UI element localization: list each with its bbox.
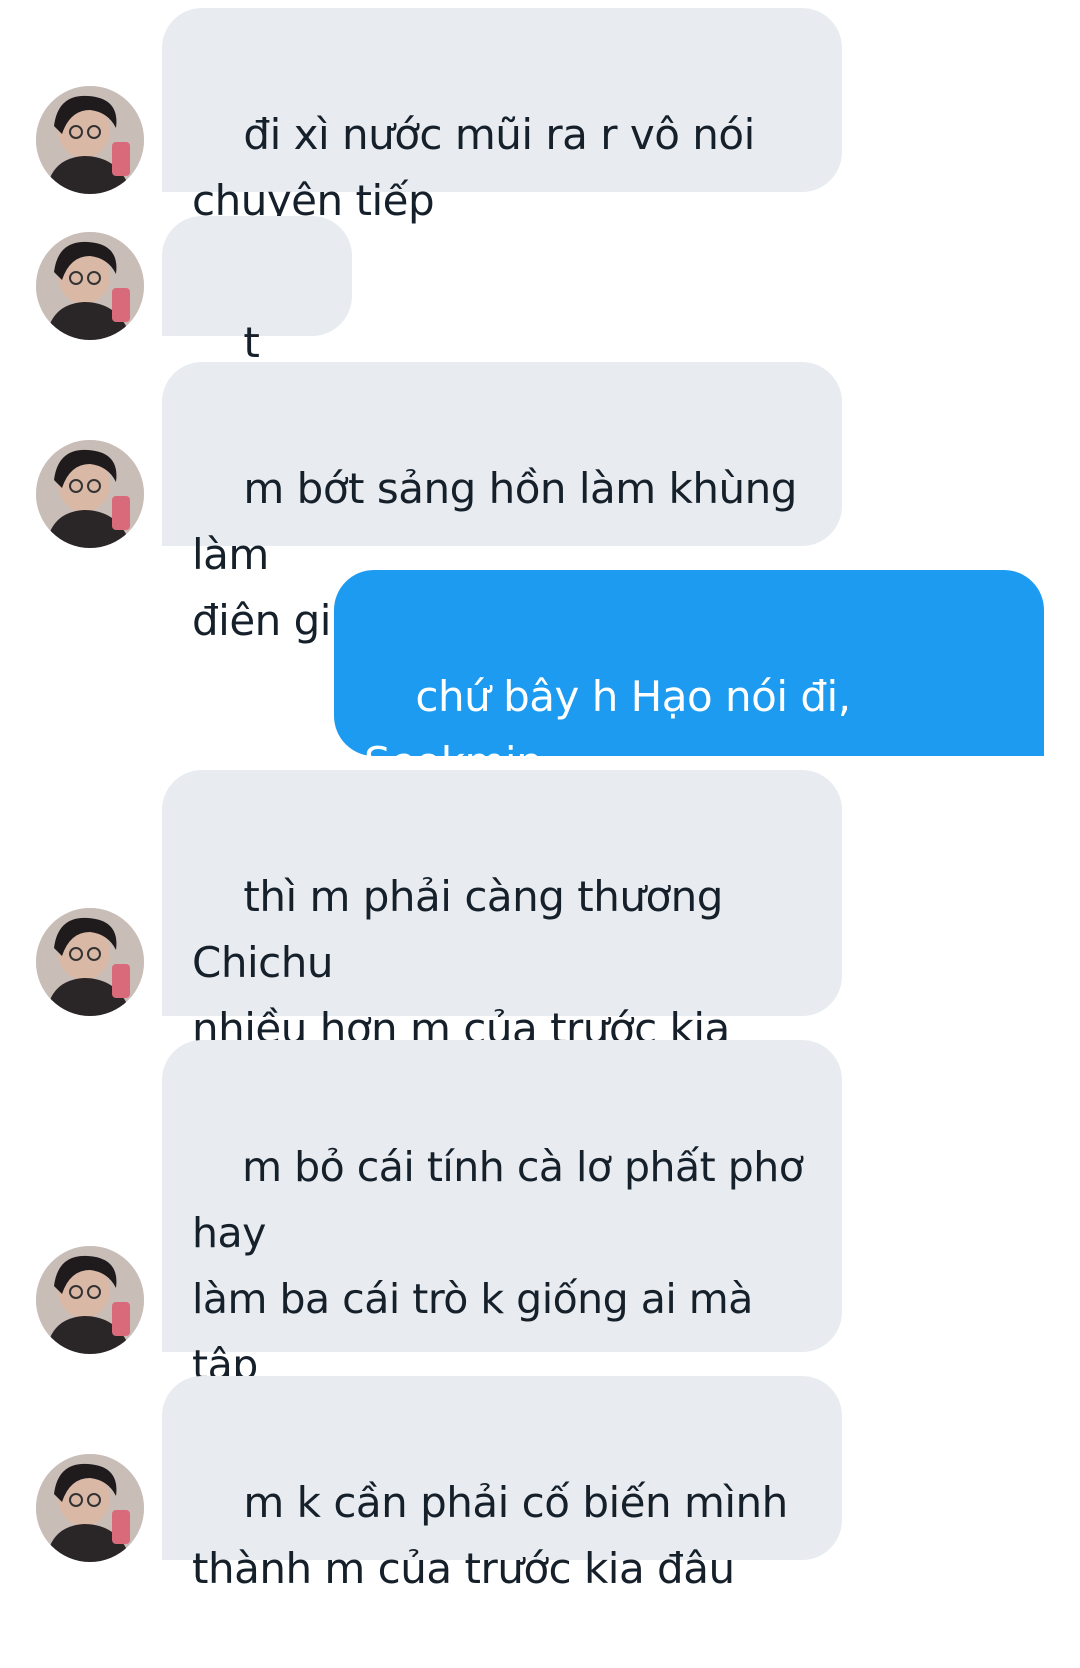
message-bubble[interactable]: m bớt sảng hồn làm khùng làm điên giúp t [162,362,842,645]
message-bubble[interactable]: m bỏ cái tính cà lơ phất phơ hay làm ba … [162,1040,842,1587]
avatar-photo-icon [36,908,144,1016]
message-text: m k cần phải cố biến mình thành m của tr… [192,1478,788,1593]
avatar[interactable] [36,86,144,194]
message-bubble[interactable]: đi xì nước mũi ra r vô nói chuyện tiếp [162,8,842,225]
message-bubble[interactable]: t lạy m [162,216,352,433]
avatar[interactable] [36,232,144,340]
avatar[interactable] [36,1246,144,1354]
avatar[interactable] [36,908,144,1016]
avatar-photo-icon [36,440,144,548]
avatar-photo-icon [36,1246,144,1354]
avatar-photo-icon [36,86,144,194]
avatar[interactable] [36,1454,144,1562]
avatar[interactable] [36,440,144,548]
avatar-photo-icon [36,232,144,340]
message-bubble[interactable]: thì m phải càng thương Chichu nhiều hơn … [162,770,842,1185]
avatar-photo-icon [36,1454,144,1562]
message-text: đi xì nước mũi ra r vô nói chuyện tiếp [192,110,755,225]
message-bubble[interactable]: m k cần phải cố biến mình thành m của tr… [162,1376,842,1593]
message-bubble[interactable]: chứ bây h Hạo nói đi, Seokmin phải làm s… [334,570,1044,975]
